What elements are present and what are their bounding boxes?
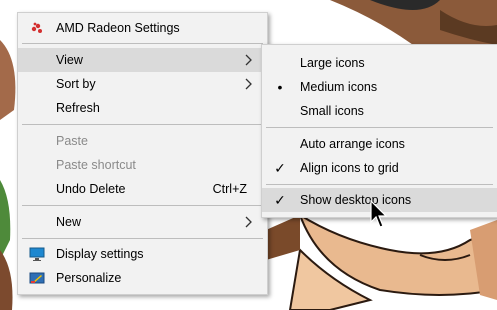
amd-radeon-icon — [29, 20, 45, 36]
menu-separator — [266, 127, 493, 128]
menu-item-label: Paste — [56, 134, 88, 148]
menu-item-label: New — [56, 215, 82, 229]
menu-item-label: Paste shortcut — [56, 158, 136, 172]
menu-item-label: Medium icons — [300, 80, 378, 94]
menu-item-label: Auto arrange icons — [300, 137, 405, 151]
menu-item-label: Personalize — [56, 271, 122, 285]
menu-item-amd-radeon-settings[interactable]: AMD Radeon Settings — [18, 16, 267, 40]
checkmark-icon: ✓ — [274, 192, 286, 208]
menu-item-label: Sort by — [56, 77, 96, 91]
menu-item-label: Large icons — [300, 56, 365, 70]
menu-item-sort-by[interactable]: Sort by — [18, 72, 267, 96]
menu-separator — [22, 124, 263, 125]
desktop-context-menu: AMD Radeon Settings View Sort by Refresh… — [17, 12, 268, 295]
menu-item-refresh[interactable]: Refresh — [18, 96, 267, 120]
submenu-item-large-icons[interactable]: Large icons — [262, 51, 497, 75]
menu-item-paste[interactable]: Paste — [18, 129, 267, 153]
chevron-right-icon — [243, 54, 255, 66]
submenu-item-small-icons[interactable]: Small icons — [262, 99, 497, 123]
chevron-right-icon — [243, 216, 255, 228]
menu-item-view[interactable]: View — [18, 48, 267, 72]
menu-separator — [22, 238, 263, 239]
radio-bullet-icon: • — [277, 79, 283, 95]
chevron-right-icon — [243, 78, 255, 90]
menu-item-label: Show desktop icons — [300, 193, 412, 207]
menu-item-label: Undo Delete — [56, 182, 126, 196]
menu-item-paste-shortcut[interactable]: Paste shortcut — [18, 153, 267, 177]
menu-item-display-settings[interactable]: Display settings — [18, 242, 267, 266]
menu-item-label: AMD Radeon Settings — [56, 21, 180, 35]
submenu-item-medium-icons[interactable]: • Medium icons — [262, 75, 497, 99]
menu-separator — [266, 184, 493, 185]
shortcut-text: Ctrl+Z — [212, 182, 247, 196]
menu-item-undo-delete[interactable]: Undo Delete Ctrl+Z — [18, 177, 267, 201]
view-submenu: Large icons • Medium icons Small icons A… — [261, 44, 497, 218]
personalize-icon — [29, 270, 45, 286]
checkmark-icon: ✓ — [274, 160, 286, 176]
menu-item-label: Refresh — [56, 101, 100, 115]
menu-separator — [22, 205, 263, 206]
menu-item-label: View — [56, 53, 83, 67]
submenu-item-align-icons-to-grid[interactable]: ✓ Align icons to grid — [262, 156, 497, 180]
display-icon — [29, 246, 45, 262]
mouse-pointer-icon — [370, 199, 390, 230]
menu-item-personalize[interactable]: Personalize — [18, 266, 267, 290]
submenu-item-auto-arrange-icons[interactable]: Auto arrange icons — [262, 132, 497, 156]
menu-separator — [22, 43, 263, 44]
menu-item-label: Small icons — [300, 104, 364, 118]
menu-item-new[interactable]: New — [18, 210, 267, 234]
menu-item-label: Align icons to grid — [300, 161, 399, 175]
menu-item-label: Display settings — [56, 247, 144, 261]
